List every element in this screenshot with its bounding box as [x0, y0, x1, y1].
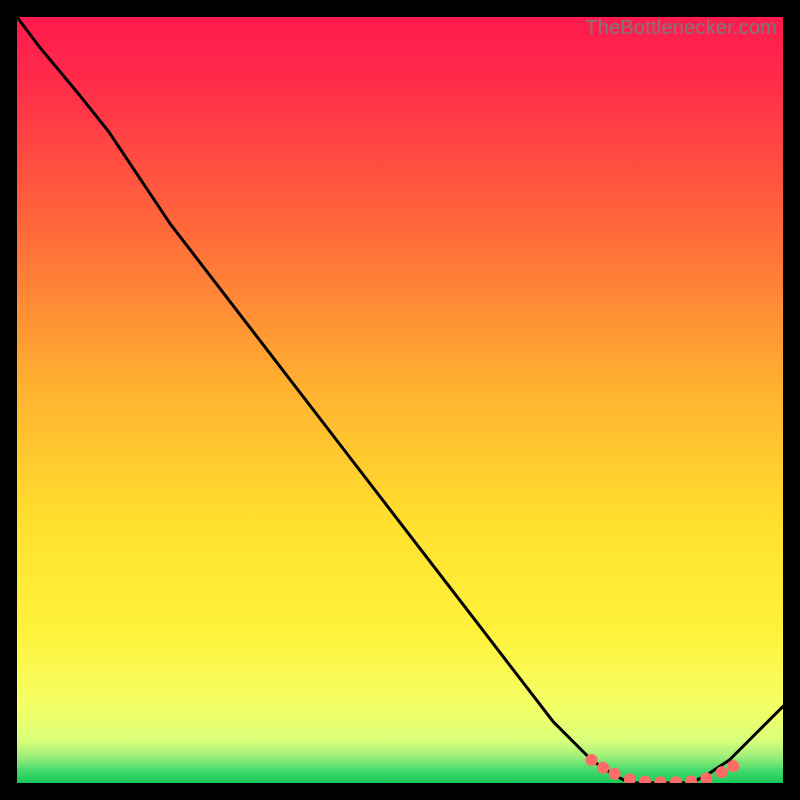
- highlight-dot: [609, 768, 621, 780]
- highlight-dot: [586, 754, 598, 766]
- highlight-dot: [597, 762, 609, 774]
- watermark-text: TheBottlenecker.com: [585, 17, 777, 40]
- highlight-dot: [716, 766, 728, 778]
- chart-frame: TheBottlenecker.com: [17, 17, 783, 783]
- gradient-bg: [17, 17, 783, 783]
- highlight-dot: [727, 760, 739, 772]
- bottleneck-chart: [17, 17, 783, 783]
